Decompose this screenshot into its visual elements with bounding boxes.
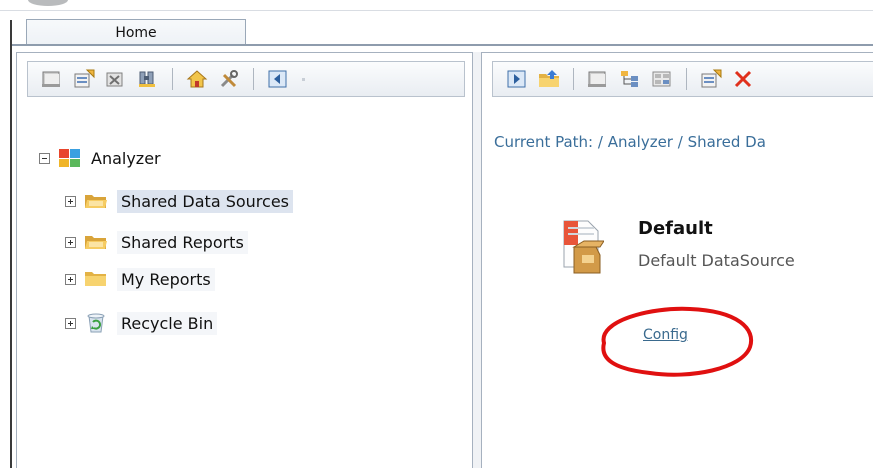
window-left-edge [10,20,12,468]
expand-toggle-icon[interactable] [65,195,76,207]
folder-icon [84,269,108,289]
expand-toggle-icon[interactable] [65,273,76,285]
navigation-panel: Analyzer Shared Data Sources Shared Repo… [16,52,473,468]
recycle-bin-icon [84,313,108,333]
tree-node-shared-reports[interactable]: Shared Reports [65,229,248,255]
content-panel: Current Path: / Analyzer / Shared Da Def… [481,52,873,468]
tree-node-label: Shared Data Sources [117,189,293,213]
tree-node-recycle-bin[interactable]: Recycle Bin [65,310,218,336]
analyzer-icon [58,148,82,168]
up-folder-icon[interactable] [538,68,560,90]
toolbar-separator [573,68,574,90]
grid-view-icon[interactable] [651,68,673,90]
tree-node-label: Shared Reports [117,230,248,254]
delete-icon[interactable] [732,68,754,90]
properties-icon[interactable] [73,68,95,90]
new-folder-icon[interactable] [41,68,63,90]
home-icon[interactable] [186,68,208,90]
header-divider [0,10,873,11]
toolbar-gripper [302,77,305,81]
collapse-toggle-icon[interactable] [39,152,50,164]
toolbar-separator [172,68,173,90]
panel-splitter[interactable] [473,52,481,468]
tree-view-icon[interactable] [619,68,641,90]
current-path: Current Path: / Analyzer / Shared Da [494,133,766,151]
properties-icon[interactable] [700,68,722,90]
config-link[interactable]: Config [643,327,688,343]
toolbar-separator [253,68,254,90]
toolbar-separator [686,68,687,90]
tree-node-shared-data-sources[interactable]: Shared Data Sources [65,188,293,214]
expand-toggle-icon[interactable] [65,317,76,329]
right-toolbar [492,61,873,97]
folder-open-icon [84,191,108,211]
tree-node-label: Analyzer [91,148,161,168]
delete-icon[interactable] [105,68,127,90]
top-header: Home [0,0,873,46]
tab-bar-underline [12,44,873,46]
new-folder-icon[interactable] [587,68,609,90]
tree-node-analyzer[interactable]: Analyzer [39,145,165,171]
go-icon[interactable] [506,68,528,90]
datasource-icon[interactable] [560,217,605,275]
tree-node-label: Recycle Bin [117,311,218,335]
tools-icon[interactable] [218,68,240,90]
collapse-panel-icon[interactable] [267,68,289,90]
datasource-description: Default DataSource [638,251,795,270]
tree-node-label: My Reports [117,267,215,291]
expand-toggle-icon[interactable] [65,236,76,248]
tab-home[interactable]: Home [26,19,246,45]
datasource-title[interactable]: Default [638,218,713,239]
find-icon[interactable] [137,68,159,90]
tree-node-my-reports[interactable]: My Reports [65,266,215,292]
left-toolbar [27,61,465,97]
folder-open-icon [84,232,108,252]
app-logo [28,0,68,6]
